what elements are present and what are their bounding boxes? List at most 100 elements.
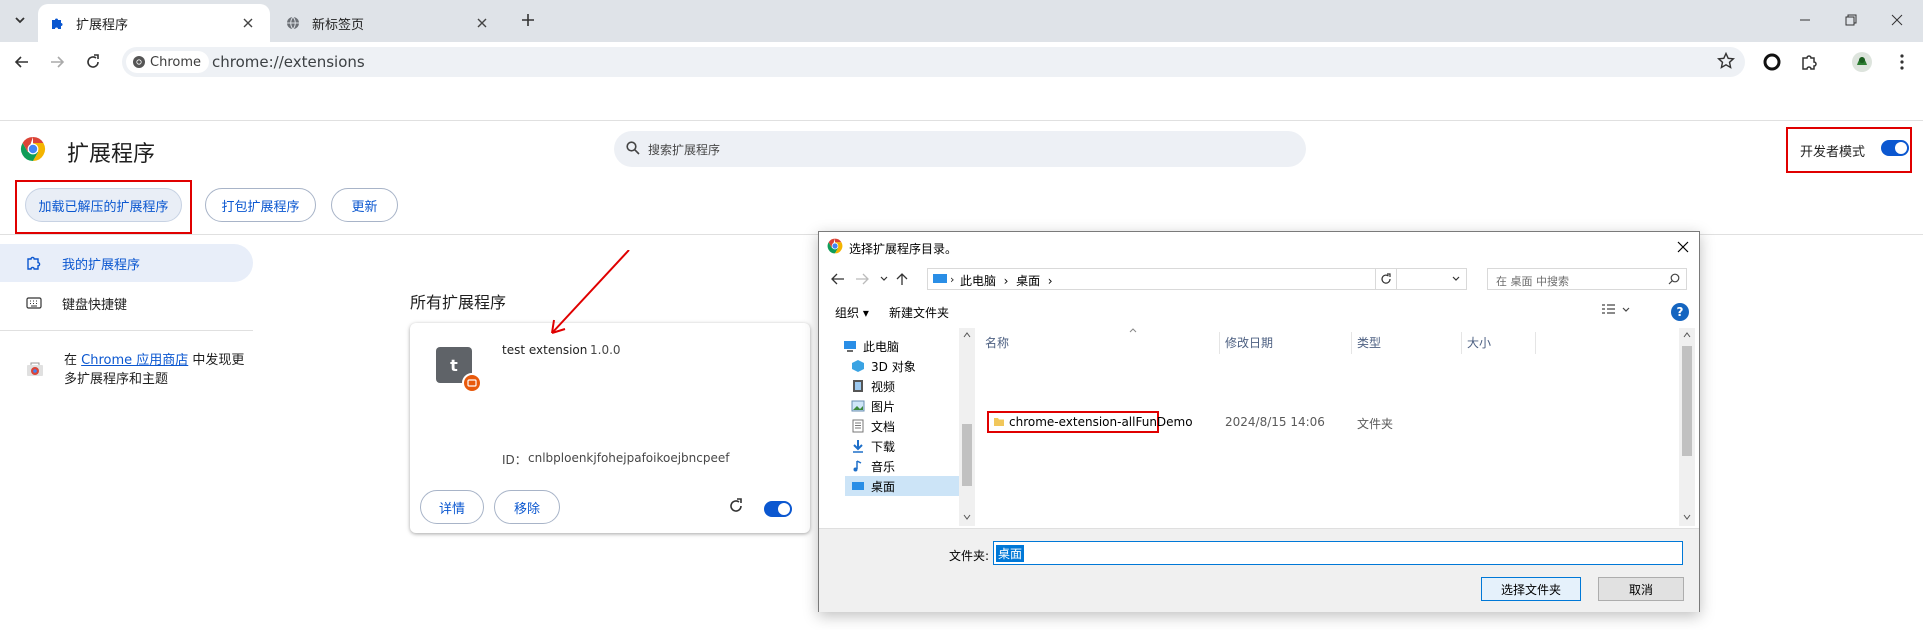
column-header-modified[interactable]: 修改日期 bbox=[1225, 334, 1273, 351]
close-tab-icon[interactable] bbox=[238, 13, 258, 33]
download-icon bbox=[851, 439, 865, 453]
extensions-puzzle-icon[interactable] bbox=[1793, 48, 1825, 76]
tree-item-this-pc[interactable]: 此电脑 bbox=[843, 336, 899, 356]
developer-mode-label: 开发者模式 bbox=[1800, 145, 1866, 160]
column-divider[interactable] bbox=[1461, 332, 1462, 354]
search-placeholder: 搜索扩展程序 bbox=[648, 143, 721, 157]
tree-item-documents[interactable]: 文档 bbox=[851, 416, 895, 436]
address-bar[interactable]: Chrome chrome://extensions bbox=[122, 47, 1745, 77]
folder-name-input[interactable]: 桌面 bbox=[993, 541, 1683, 565]
sort-ascending-icon bbox=[1129, 328, 1137, 333]
puzzle-icon bbox=[50, 16, 64, 30]
reload-icon[interactable] bbox=[77, 48, 109, 76]
url-text[interactable]: chrome://extensions bbox=[212, 53, 365, 71]
column-header-type[interactable]: 类型 bbox=[1357, 334, 1381, 351]
folder-picker-dialog: 选择扩展程序目录。 › 此电脑 › 桌面 › 在 桌面 中搜索 组织 ▾ 新建文… bbox=[818, 231, 1700, 612]
details-button[interactable]: 详情 bbox=[420, 490, 484, 524]
column-divider[interactable] bbox=[1219, 332, 1220, 354]
list-scrollbar[interactable] bbox=[1679, 328, 1695, 526]
chrome-logo-icon bbox=[132, 55, 146, 69]
scroll-down-icon[interactable] bbox=[1683, 514, 1691, 520]
minimize-icon[interactable] bbox=[1782, 4, 1828, 36]
back-arrow-icon[interactable] bbox=[829, 270, 847, 288]
scrollbar-thumb[interactable] bbox=[1682, 346, 1692, 456]
chevron-down-icon[interactable] bbox=[1452, 276, 1460, 282]
organize-menu[interactable]: 组织 ▾ bbox=[835, 304, 869, 321]
developer-mode-toggle[interactable] bbox=[1881, 140, 1909, 156]
web-store-promo: 在 Chrome 应用商店 中发现更多扩展程序和主题 bbox=[64, 351, 254, 389]
pack-extension-button[interactable]: 打包扩展程序 bbox=[205, 188, 316, 222]
up-folder-icon[interactable] bbox=[893, 270, 911, 288]
extension-card: t test extension 1.0.0 ID： cnlbploenkjfo… bbox=[410, 323, 810, 533]
extension-enable-toggle[interactable] bbox=[764, 501, 792, 517]
scrollbar-thumb[interactable] bbox=[962, 424, 972, 486]
file-row-type: 文件夹 bbox=[1357, 417, 1394, 431]
search-icon bbox=[626, 141, 640, 155]
cube-icon bbox=[851, 359, 865, 373]
extension-id-label: ID： bbox=[502, 453, 527, 467]
sidebar-item-my-extensions[interactable]: 我的扩展程序 bbox=[0, 244, 253, 282]
help-icon[interactable]: ? bbox=[1671, 303, 1689, 321]
update-button[interactable]: 更新 bbox=[331, 188, 398, 222]
scroll-down-icon[interactable] bbox=[963, 514, 971, 520]
forward-arrow-icon[interactable] bbox=[853, 270, 871, 288]
scroll-up-icon[interactable] bbox=[1683, 332, 1691, 338]
breadcrumb-item[interactable]: 此电脑 bbox=[960, 274, 996, 288]
chrome-logo-icon bbox=[827, 238, 843, 254]
page-title: 扩展程序 bbox=[67, 142, 156, 167]
bookmark-star-icon[interactable] bbox=[1717, 52, 1735, 70]
forward-arrow-icon[interactable] bbox=[41, 48, 73, 76]
reload-extension-icon[interactable] bbox=[728, 498, 744, 514]
select-folder-button[interactable]: 选择文件夹 bbox=[1481, 577, 1581, 601]
close-icon[interactable] bbox=[1671, 236, 1695, 258]
breadcrumb-separator-icon: › bbox=[950, 273, 955, 286]
tree-label: 此电脑 bbox=[863, 339, 900, 354]
more-menu-icon[interactable] bbox=[1886, 48, 1918, 76]
tree-item-desktop[interactable]: 桌面 bbox=[845, 476, 959, 496]
site-info-chip[interactable]: Chrome bbox=[126, 51, 209, 73]
recent-locations-chevron-icon[interactable] bbox=[875, 270, 893, 288]
web-store-icon bbox=[26, 361, 44, 377]
tree-item-downloads[interactable]: 下载 bbox=[851, 436, 895, 456]
profile-circle-icon[interactable] bbox=[1756, 48, 1788, 76]
file-row-name[interactable]: chrome-extension-allFunDemo bbox=[1009, 415, 1193, 429]
close-window-icon[interactable] bbox=[1874, 4, 1920, 36]
sidebar-item-shortcuts[interactable]: 键盘快捷键 bbox=[0, 284, 253, 322]
sidebar-item-label: 键盘快捷键 bbox=[62, 297, 128, 313]
tab-extensions[interactable]: 扩展程序 bbox=[38, 4, 270, 42]
avatar[interactable] bbox=[1846, 48, 1878, 76]
remove-button[interactable]: 移除 bbox=[494, 490, 560, 524]
document-icon bbox=[851, 419, 865, 433]
restore-icon[interactable] bbox=[1828, 4, 1874, 36]
cancel-button[interactable]: 取消 bbox=[1598, 577, 1684, 601]
breadcrumb-path: 此电脑 › 桌面 › bbox=[960, 274, 1053, 288]
column-header-size[interactable]: 大小 bbox=[1467, 334, 1491, 351]
refresh-icon[interactable] bbox=[1375, 268, 1397, 290]
scroll-up-icon[interactable] bbox=[963, 332, 971, 338]
tree-scrollbar[interactable] bbox=[959, 328, 975, 526]
tree-item-3d-objects[interactable]: 3D 对象 bbox=[851, 356, 916, 376]
tab-search-chevron-icon[interactable] bbox=[6, 6, 34, 34]
tree-label: 3D 对象 bbox=[871, 359, 916, 374]
tab-new-tab[interactable]: 新标签页 bbox=[274, 4, 504, 42]
column-header-name[interactable]: 名称 bbox=[985, 334, 1009, 351]
web-store-link[interactable]: Chrome 应用商店 bbox=[81, 353, 188, 368]
tree-item-pictures[interactable]: 图片 bbox=[851, 396, 895, 416]
close-tab-icon[interactable] bbox=[472, 13, 492, 33]
unpacked-badge-icon bbox=[462, 373, 482, 393]
tree-item-videos[interactable]: 视频 bbox=[851, 376, 895, 396]
load-unpacked-button[interactable]: 加载已解压的扩展程序 bbox=[25, 188, 182, 222]
breadcrumb-item[interactable]: 桌面 bbox=[1016, 274, 1040, 288]
new-folder-button[interactable]: 新建文件夹 bbox=[889, 304, 949, 321]
column-divider[interactable] bbox=[1351, 332, 1352, 354]
tree-item-music[interactable]: 音乐 bbox=[851, 456, 895, 476]
extension-version: 1.0.0 bbox=[590, 343, 621, 357]
search-input[interactable]: 搜索扩展程序 bbox=[614, 131, 1306, 167]
folder-search-input[interactable]: 在 桌面 中搜索 bbox=[1487, 268, 1687, 290]
column-divider[interactable] bbox=[1535, 332, 1536, 354]
back-arrow-icon[interactable] bbox=[6, 48, 38, 76]
film-icon bbox=[851, 379, 865, 393]
new-tab-button[interactable] bbox=[514, 6, 542, 34]
store-prefix: 在 bbox=[64, 353, 82, 368]
view-options-icon[interactable] bbox=[1601, 303, 1631, 317]
